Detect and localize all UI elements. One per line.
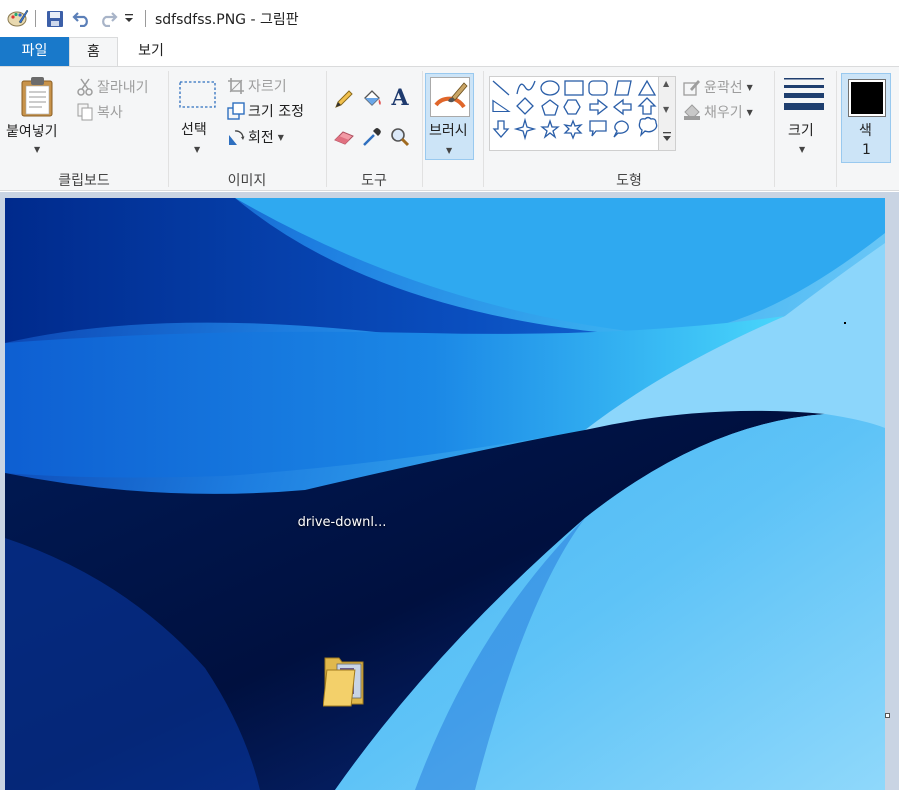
shapes-gallery-icons [492, 79, 658, 141]
color-picker-icon[interactable] [360, 125, 384, 149]
gallery-more-icon[interactable] [662, 131, 672, 145]
shapes-gallery[interactable] [489, 76, 659, 151]
paste-icon[interactable] [20, 76, 56, 122]
cut-button[interactable]: 잘라내기 [76, 75, 149, 99]
folder-icon[interactable] [322, 650, 369, 710]
rotate-dropdown-icon[interactable]: ▼ [278, 133, 284, 142]
ribbon: 붙여넣기 ▼ 잘라내기 복사 클립보드 선택 ▼ 자르기 크기 조정 회전 ▼ … [0, 66, 899, 191]
fill-icon [683, 103, 701, 121]
group-label-shapes: 도형 [616, 173, 642, 189]
brush-icon [430, 77, 470, 121]
color-1-button[interactable]: 색 1 [841, 73, 891, 163]
brushes-label: 브러시 [429, 123, 468, 139]
resize-icon [227, 102, 245, 120]
copy-icon [76, 103, 94, 121]
tab-home[interactable]: 홈 [69, 37, 118, 67]
size-button[interactable]: 크기 [788, 120, 814, 140]
save-icon[interactable] [46, 10, 64, 32]
toolbar-separator [145, 10, 146, 27]
pencil-icon[interactable] [332, 87, 356, 111]
select-dropdown-icon[interactable]: ▼ [194, 145, 200, 154]
copy-button[interactable]: 복사 [76, 100, 123, 124]
rotate-button[interactable]: 회전 ▼ [227, 125, 284, 149]
rotate-label: 회전 [248, 130, 274, 146]
group-separator [836, 71, 837, 187]
shapes-gallery-scrollbar[interactable]: ▲ ▼ [659, 76, 676, 151]
scissors-icon [76, 78, 94, 96]
group-separator [774, 71, 775, 187]
group-separator [422, 71, 423, 187]
crop-button[interactable]: 자르기 [227, 74, 287, 98]
scroll-down-icon[interactable]: ▼ [663, 105, 669, 114]
scroll-up-icon[interactable]: ▲ [663, 79, 669, 88]
paste-button[interactable]: 붙여넣기 [6, 121, 58, 141]
redo-icon[interactable] [98, 9, 118, 31]
outline-button[interactable]: 윤곽선 ▼ [683, 75, 753, 99]
ribbon-tabs: 파일 홈 보기 [0, 37, 899, 67]
tab-file[interactable]: 파일 [0, 37, 69, 67]
cursor-dot [844, 322, 846, 324]
select-button[interactable]: 선택 [181, 119, 207, 139]
outline-icon [683, 78, 701, 96]
undo-icon[interactable] [72, 9, 92, 31]
paste-dropdown-icon[interactable]: ▼ [34, 145, 40, 154]
wallpaper-image [5, 198, 885, 790]
color-index: 1 [862, 142, 871, 158]
size-dropdown-icon[interactable]: ▼ [799, 145, 805, 154]
tab-view[interactable]: 보기 [118, 37, 184, 67]
fill-label: 채우기 [704, 105, 743, 121]
rotate-icon [227, 128, 245, 146]
resize-label: 크기 조정 [248, 104, 304, 120]
group-label-image: 이미지 [227, 173, 267, 189]
fill-bucket-icon[interactable] [360, 87, 384, 111]
select-icon[interactable] [179, 81, 217, 113]
copy-label: 복사 [97, 105, 123, 121]
title-bar: sdfsdfss.PNG - 그림판 [0, 0, 899, 37]
paint-app-icon[interactable] [7, 8, 29, 32]
outline-dropdown-icon[interactable]: ▼ [747, 83, 753, 92]
customize-quick-access-icon[interactable] [124, 12, 134, 28]
eraser-icon[interactable] [332, 125, 356, 149]
magnifier-icon[interactable] [388, 125, 412, 149]
crop-icon [227, 77, 245, 95]
fill-button[interactable]: 채우기 ▼ [683, 100, 753, 124]
group-label-clipboard: 클립보드 [58, 173, 110, 189]
color-label: 색 [859, 123, 872, 139]
resize-button[interactable]: 크기 조정 [227, 99, 304, 123]
line-size-icon[interactable] [784, 77, 824, 115]
color-1-swatch [848, 79, 886, 117]
text-tool-icon[interactable]: A [388, 85, 412, 111]
desktop-icon-label[interactable]: drive-downl... [282, 515, 402, 530]
drawing-canvas[interactable]: drive-downl... [5, 198, 885, 790]
canvas-resize-handle[interactable] [885, 713, 890, 718]
outline-label: 윤곽선 [704, 80, 743, 96]
crop-label: 자르기 [248, 79, 287, 95]
window-title: sdfsdfss.PNG - 그림판 [155, 12, 299, 28]
toolbar-separator [35, 10, 36, 27]
brushes-dropdown-icon: ▼ [446, 146, 453, 155]
brushes-button[interactable]: 브러시 ▼ [425, 73, 474, 160]
cut-label: 잘라내기 [97, 80, 149, 96]
fill-dropdown-icon[interactable]: ▼ [747, 108, 753, 117]
group-label-tools: 도구 [361, 173, 387, 189]
